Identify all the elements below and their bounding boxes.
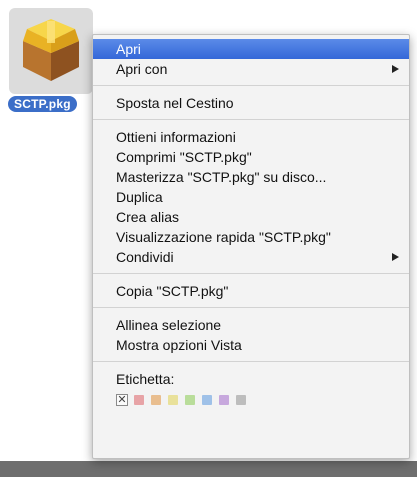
submenu-arrow-icon — [392, 253, 399, 261]
menu-item-label: Copia "SCTP.pkg" — [116, 283, 229, 299]
menu-item-label: Condividi — [116, 249, 174, 265]
label-yellow-swatch[interactable] — [168, 395, 178, 405]
menu-item-label: Allinea selezione — [116, 317, 222, 333]
menu-item-label: Visualizzazione rapida "SCTP.pkg" — [116, 229, 331, 245]
menu-item-label: Apri con — [116, 61, 168, 77]
label-orange-swatch[interactable] — [151, 395, 161, 405]
menu-item-label: Crea alias — [116, 209, 180, 225]
close-icon: ✕ — [117, 394, 127, 406]
menu-item-label: Masterizza "SCTP.pkg" su disco... — [116, 169, 327, 185]
label-gray-swatch[interactable] — [236, 395, 246, 405]
menu-item-compress[interactable]: Comprimi "SCTP.pkg" — [93, 147, 409, 167]
menu-separator — [93, 119, 409, 120]
menu-item-make-alias[interactable]: Crea alias — [93, 207, 409, 227]
menu-item-get-info[interactable]: Ottieni informazioni — [93, 127, 409, 147]
package-icon — [23, 19, 79, 81]
menu-item-label: Apri — [116, 41, 141, 57]
desktop-bottom-edge — [0, 461, 417, 477]
submenu-arrow-icon — [392, 65, 399, 73]
menu-item-copy[interactable]: Copia "SCTP.pkg" — [93, 281, 409, 301]
file-icon-selection[interactable] — [9, 8, 93, 94]
label-color-row: ✕ — [93, 389, 409, 411]
menu-item-open-with[interactable]: Apri con — [93, 59, 409, 79]
label-green-swatch[interactable] — [185, 395, 195, 405]
menu-item-burn-to-disc[interactable]: Masterizza "SCTP.pkg" su disco... — [93, 167, 409, 187]
menu-separator — [93, 273, 409, 274]
menu-item-show-view-options[interactable]: Mostra opzioni Vista — [93, 335, 409, 355]
label-blue-swatch[interactable] — [202, 395, 212, 405]
file-name-label[interactable]: SCTP.pkg — [8, 96, 77, 112]
menu-item-label: Comprimi "SCTP.pkg" — [116, 149, 252, 165]
menu-item-quick-look[interactable]: Visualizzazione rapida "SCTP.pkg" — [93, 227, 409, 247]
context-menu: Apri Apri con Sposta nel Cestino Ottieni… — [92, 34, 410, 459]
menu-item-clean-up-selection[interactable]: Allinea selezione — [93, 315, 409, 335]
menu-item-label: Mostra opzioni Vista — [116, 337, 242, 353]
label-section-title: Etichetta: — [93, 369, 409, 389]
label-red-swatch[interactable] — [134, 395, 144, 405]
menu-item-share[interactable]: Condividi — [93, 247, 409, 267]
menu-item-open[interactable]: Apri — [93, 39, 409, 59]
label-none-swatch[interactable]: ✕ — [116, 394, 128, 406]
label-title: Etichetta: — [116, 371, 175, 387]
menu-item-move-to-trash[interactable]: Sposta nel Cestino — [93, 93, 409, 113]
menu-item-duplicate[interactable]: Duplica — [93, 187, 409, 207]
label-purple-swatch[interactable] — [219, 395, 229, 405]
menu-separator — [93, 361, 409, 362]
menu-item-label: Sposta nel Cestino — [116, 95, 234, 111]
menu-item-label: Duplica — [116, 189, 163, 205]
menu-separator — [93, 307, 409, 308]
menu-separator — [93, 85, 409, 86]
menu-item-label: Ottieni informazioni — [116, 129, 236, 145]
